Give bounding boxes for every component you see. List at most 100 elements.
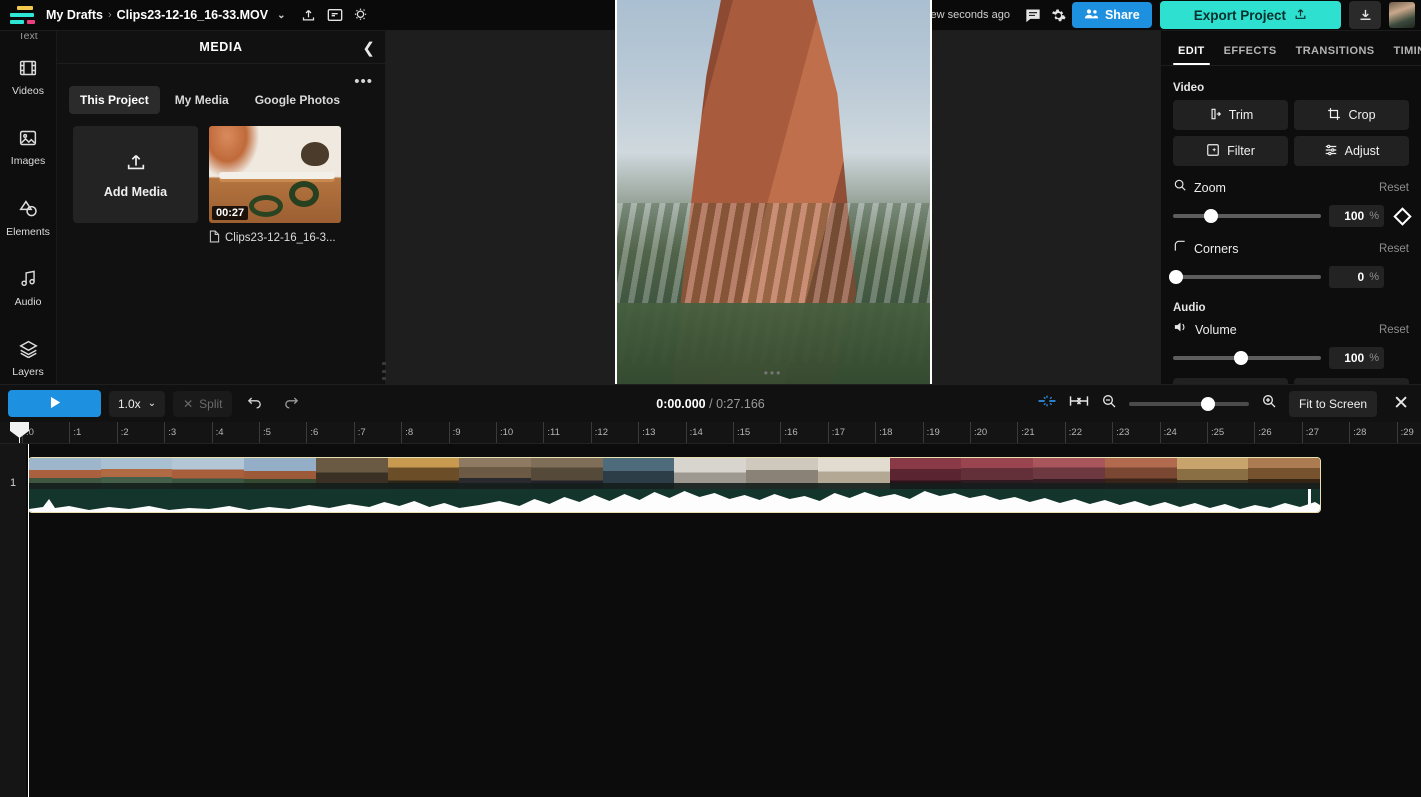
zoom-value: 100 [1344,209,1365,223]
share-button[interactable]: Share [1071,2,1152,28]
playback-speed-selector[interactable]: 1.0x ⌄ [109,390,166,417]
zoom-out-icon[interactable] [1101,393,1117,414]
chevron-down-icon[interactable]: ⌄ [277,10,285,21]
track-number: 1 [9,477,17,489]
export-project-button[interactable]: Export Project [1159,1,1341,29]
sidebar-item-elements[interactable]: Elements [0,183,56,253]
media-asset-item[interactable]: 00:27 Clips23-12-16_16-3... [209,126,341,246]
filter-button[interactable]: Filter [1173,136,1288,166]
zoom-value-field[interactable]: 100 % [1329,205,1384,227]
chevron-left-icon[interactable]: ❮ [362,39,375,57]
fit-to-screen-button[interactable]: Fit to Screen [1289,390,1378,417]
app-logo[interactable] [10,6,36,24]
play-button[interactable] [8,390,101,417]
thumbnail-detail [249,195,283,217]
track-lane-1[interactable] [26,444,1421,797]
corners-control-header: Corners Reset [1173,239,1409,258]
preview-drag-dots[interactable]: ••• [764,366,783,380]
file-icon [209,230,220,246]
zoom-slider-knob[interactable] [1204,209,1219,223]
asset-name-row: Clips23-12-16_16-3... [209,223,341,246]
ruler-tick: :8 [401,422,413,443]
sidebar-item-layers[interactable]: Layers [0,323,56,393]
lightbulb-icon[interactable] [348,4,374,26]
timeline-tracks: 1 [0,444,1421,797]
zoom-reset-button[interactable]: Reset [1379,182,1409,194]
corners-unit: % [1369,271,1379,283]
ruler-tick: :11 [543,422,560,443]
media-panel-header: MEDIA ❮ [57,31,385,64]
zoom-slider[interactable] [1173,209,1321,223]
ruler-tick: :21 [1017,422,1035,443]
section-title-video: Video [1173,82,1205,94]
volume-slider[interactable] [1173,351,1321,365]
volume-value: 100 [1344,351,1365,365]
music-note-icon [19,269,38,291]
corners-slider[interactable] [1168,270,1321,284]
media-asset-grid: Add Media 00:27 Clips23-12-16_16-3... [57,114,385,246]
media-tabs: This Project My Media Google Photos [57,64,385,114]
corners-reset-button[interactable]: Reset [1379,243,1409,255]
ruler-tick: :20 [970,422,987,443]
volume-slider-knob[interactable] [1234,351,1249,365]
video-preview[interactable]: ••• [386,0,1160,523]
volume-reset-button[interactable]: Reset [1379,324,1409,336]
timeline-zoom-knob[interactable] [1201,396,1216,411]
playhead[interactable] [10,422,29,443]
tab-effects[interactable]: EFFECTS [1219,39,1282,65]
tab-my-media[interactable]: My Media [164,86,240,114]
download-icon[interactable] [1349,1,1381,29]
undo-icon[interactable] [240,394,269,413]
timeline-zoom-slider[interactable] [1129,396,1250,411]
ruler-tick: :6 [306,422,318,443]
corners-label: Corners [1194,241,1239,256]
snap-icon[interactable] [1037,394,1057,413]
ruler-tick: :4 [211,422,224,443]
trim-label: Trim [1228,108,1254,122]
sidebar-item-audio[interactable]: Audio [0,253,56,323]
tab-google-photos[interactable]: Google Photos [244,86,351,114]
redo-icon[interactable] [277,394,306,413]
timeline-clip[interactable] [28,457,1321,513]
share-export-icon[interactable] [296,4,322,26]
layers-icon [18,339,39,361]
sidebar-item-images[interactable]: Images [0,113,56,183]
comment-icon[interactable] [1020,4,1046,26]
keyframe-diamond-icon[interactable] [1393,206,1412,226]
tab-transitions[interactable]: TRANSITIONS [1291,39,1380,65]
tool-rail: Text Videos Images Elements Audio Layers [0,31,57,675]
trim-button[interactable]: Trim [1173,100,1288,130]
magnifier-icon [1173,178,1187,197]
zoom-in-icon[interactable] [1261,393,1277,414]
more-options-icon[interactable]: ••• [354,73,373,90]
volume-value-field[interactable]: 100 % [1329,347,1384,369]
fit-selection-icon[interactable] [1069,394,1089,413]
corners-value-field[interactable]: 0 % [1329,266,1384,288]
close-icon[interactable]: ✕ [1389,392,1413,415]
rail-item-partial-top[interactable]: Text [0,33,56,43]
split-button[interactable]: ✕ Split [173,390,233,417]
breadcrumb-my-drafts[interactable]: My Drafts [46,8,103,22]
adjust-button[interactable]: Adjust [1294,136,1409,166]
tab-this-project[interactable]: This Project [69,86,160,114]
speaker-icon [1173,320,1188,339]
adjust-sliders-icon [1324,143,1338,160]
add-media-button[interactable]: Add Media [73,126,198,223]
ruler-tick: :9 [448,422,461,443]
corners-slider-knob[interactable] [1168,270,1183,284]
tab-edit[interactable]: EDIT [1173,39,1210,65]
ruler-tick: :15 [733,422,750,443]
ruler-tick: :29 [1396,422,1414,443]
shapes-icon [18,199,39,221]
caption-icon[interactable] [322,4,348,26]
timeline-ruler[interactable]: :0:1:2:3:4:5:6:7:8:9:10:11:12:13:14:15:1… [0,422,1421,444]
timecode-display: 0:00.000 / 0:27.166 [656,397,764,411]
avatar[interactable] [1389,2,1415,28]
thumbnail-detail [301,142,329,166]
sidebar-item-videos[interactable]: Videos [0,43,56,113]
filter-icon [1206,143,1220,160]
tab-timing[interactable]: TIMING [1389,39,1421,65]
ruler-tick: :13 [638,422,655,443]
gear-icon[interactable] [1046,4,1072,26]
crop-button[interactable]: Crop [1294,100,1409,130]
